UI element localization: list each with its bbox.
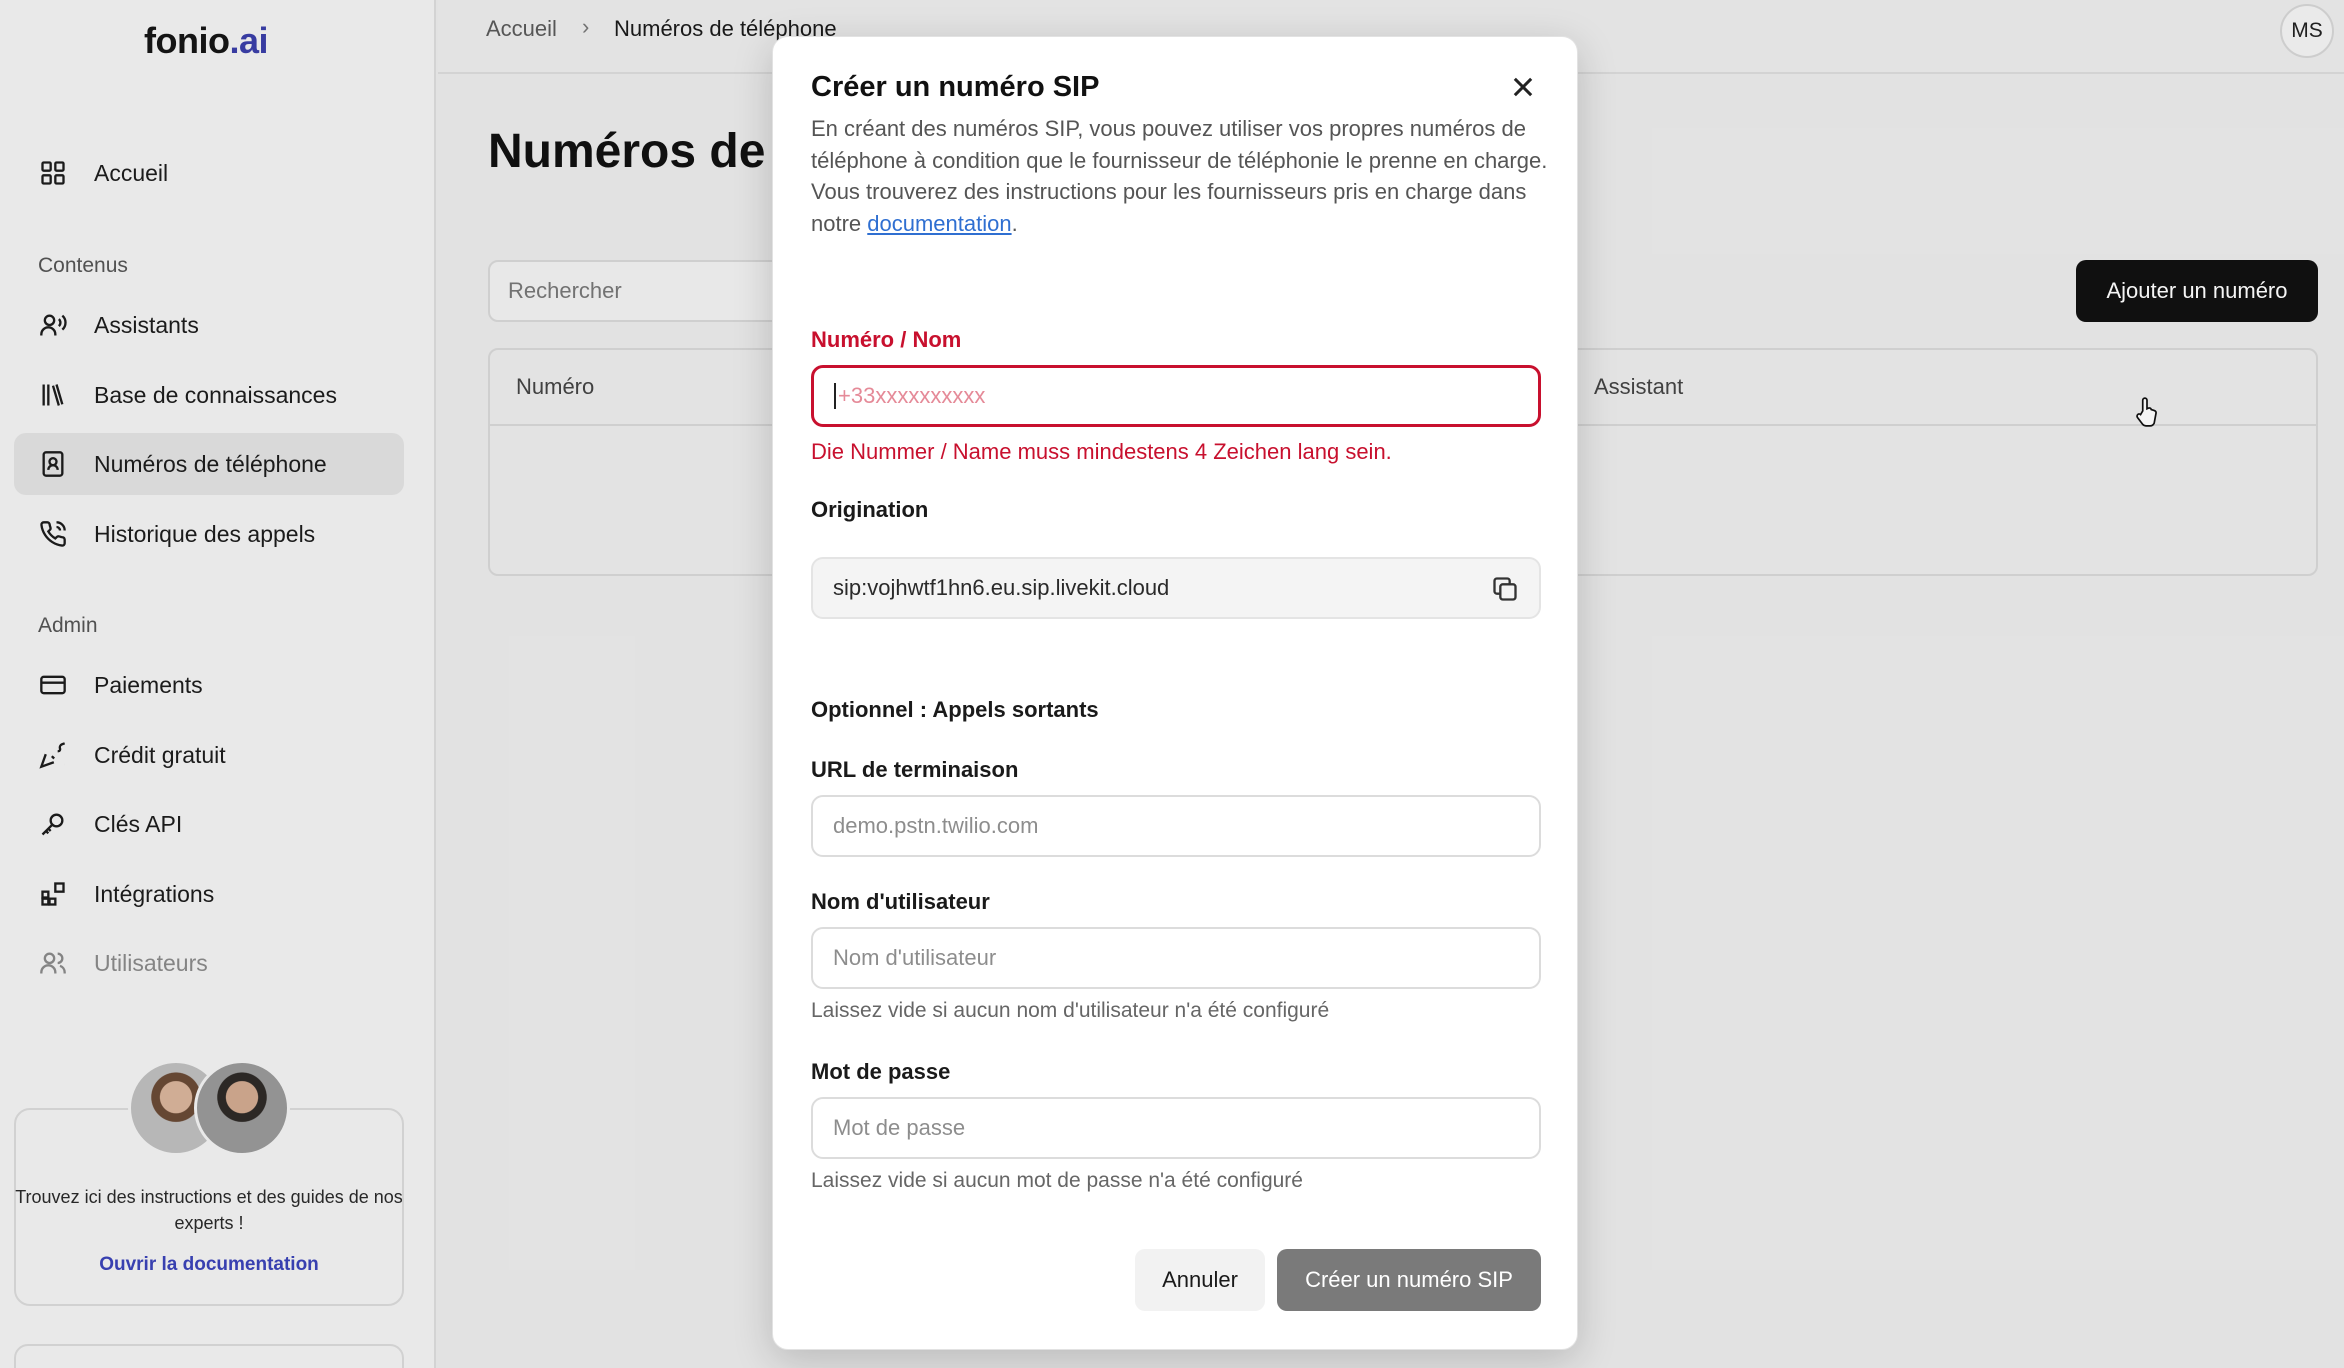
close-icon[interactable]: [1509, 73, 1537, 101]
text-caret: [834, 383, 836, 409]
password-input[interactable]: Mot de passe: [811, 1097, 1541, 1159]
description-line-1: En créant des numéros SIP, vous pouvez u…: [811, 116, 1548, 173]
description-line-2: Vous trouverez des instructions pour les…: [811, 176, 1551, 239]
dialog-title: Créer un numéro SIP: [811, 71, 1100, 103]
origination-field: sip:vojhwtf1hn6.eu.sip.livekit.cloud: [811, 557, 1541, 619]
create-sip-number-button[interactable]: Créer un numéro SIP: [1277, 1249, 1541, 1311]
password-hint: Laissez vide si aucun mot de passe n'a é…: [811, 1169, 1303, 1192]
password-label: Mot de passe: [811, 1059, 951, 1084]
dialog-description: En créant des numéros SIP, vous pouvez u…: [811, 113, 1551, 239]
termination-url-label: URL de terminaison: [811, 757, 1019, 782]
origination-label: Origination: [811, 497, 929, 522]
username-input[interactable]: Nom d'utilisateur: [811, 927, 1541, 989]
outbound-calls-heading: Optionnel : Appels sortants: [811, 697, 1099, 722]
number-name-placeholder: +33xxxxxxxxxx: [838, 383, 986, 408]
create-sip-number-dialog: Créer un numéro SIP En créant des numéro…: [772, 36, 1578, 1350]
number-name-error: Die Nummer / Name muss mindestens 4 Zeic…: [811, 439, 1392, 464]
number-name-input[interactable]: +33xxxxxxxxxx: [811, 365, 1541, 427]
username-hint: Laissez vide si aucun nom d'utilisateur …: [811, 999, 1330, 1022]
documentation-link[interactable]: documentation: [867, 211, 1011, 236]
termination-url-input[interactable]: demo.pstn.twilio.com: [811, 795, 1541, 857]
description-punct: .: [1011, 210, 1018, 236]
number-name-label: Numéro / Nom: [811, 327, 962, 352]
copy-icon[interactable]: [1491, 575, 1519, 603]
username-label: Nom d'utilisateur: [811, 889, 990, 914]
cancel-button[interactable]: Annuler: [1135, 1249, 1265, 1311]
origination-value: sip:vojhwtf1hn6.eu.sip.livekit.cloud: [833, 575, 1170, 600]
